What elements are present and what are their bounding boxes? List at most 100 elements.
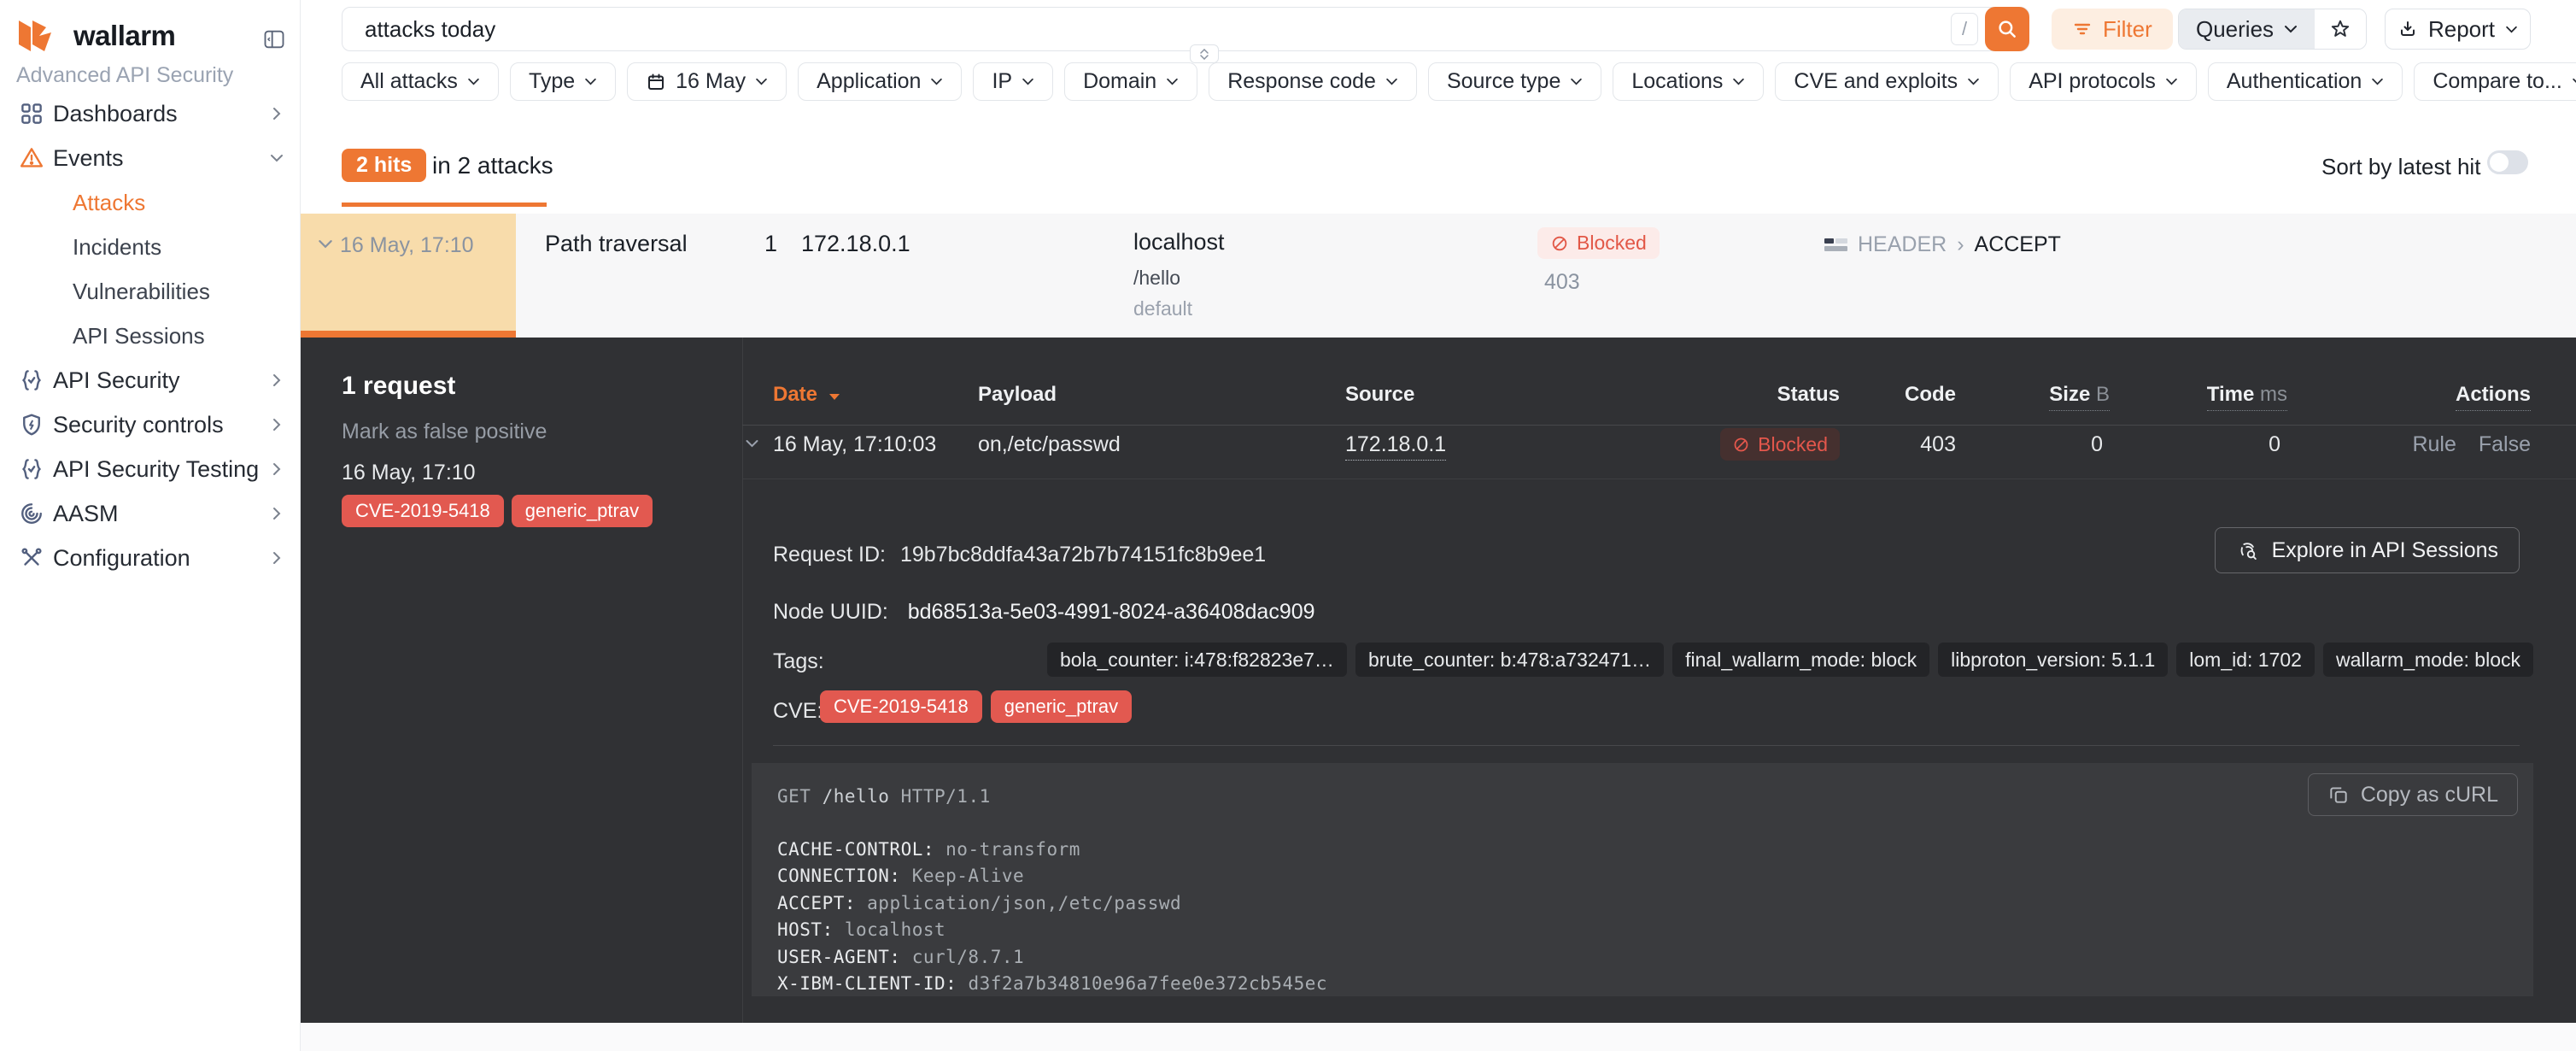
chevron-down-icon — [270, 151, 284, 165]
wallarm-logo-icon — [17, 19, 65, 53]
sidebar-item-configuration[interactable]: Configuration — [0, 536, 301, 580]
rule-action-link[interactable]: Rule — [2412, 432, 2456, 457]
attack-row[interactable]: 16 May, 17:10 Path traversal 1 172.18.0.… — [301, 214, 2576, 338]
blocked-icon — [1550, 234, 1569, 253]
filter-ip[interactable]: IP — [973, 62, 1053, 101]
collapse-handle[interactable] — [1190, 44, 1219, 63]
product-subtitle: Advanced API Security — [16, 63, 233, 88]
tag-chip[interactable]: wallarm_mode: block — [2323, 643, 2533, 677]
attack-tag-badge[interactable]: generic_ptrav — [991, 690, 1132, 723]
report-label: Report — [2428, 16, 2495, 43]
copy-icon — [2327, 784, 2350, 806]
filter-application[interactable]: Application — [798, 62, 962, 101]
dashboards-icon — [19, 101, 44, 126]
filter-all-attacks[interactable]: All attacks — [342, 62, 499, 101]
chevron-down-icon — [755, 78, 768, 85]
filter-date[interactable]: 16 May — [627, 62, 787, 101]
filter-authentication[interactable]: Authentication — [2208, 62, 2403, 101]
sidebar-item-dashboards[interactable]: Dashboards — [0, 91, 301, 136]
search-button[interactable] — [1985, 7, 2029, 51]
attack-date-cell[interactable]: 16 May, 17:10 — [301, 214, 516, 338]
sidebar-item-api-security[interactable]: API Security — [0, 358, 301, 402]
filter-domain[interactable]: Domain — [1064, 62, 1197, 101]
sidebar-item-events[interactable]: Events — [0, 136, 301, 180]
column-header-time[interactable]: Time ms — [2207, 383, 2287, 407]
column-header-source[interactable]: Source — [1345, 383, 1414, 407]
sidebar-item-label: Dashboards — [53, 101, 178, 127]
logo[interactable]: wallarm — [17, 19, 175, 53]
hits-count-badge: 2 hits — [342, 149, 426, 182]
column-header-status[interactable]: Status — [1777, 383, 1840, 407]
filter-type[interactable]: Type — [510, 62, 616, 101]
sidebar-item-vulnerabilities[interactable]: Vulnerabilities — [0, 269, 301, 314]
hit-payload: on,/etc/passwd — [978, 432, 1121, 457]
sidebar-item-security-controls[interactable]: Security controls — [0, 402, 301, 447]
sidebar-item-aasm[interactable]: AASM — [0, 491, 301, 536]
favorite-button[interactable] — [2315, 9, 2366, 49]
http-request-block: GET /hello HTTP/1.1 CACHE-CONTROL: no-tr… — [752, 763, 2533, 996]
http-header: CONNECTION: Keep-Alive — [777, 863, 2533, 890]
calendar-icon — [646, 72, 666, 92]
sidebar-collapse-icon[interactable] — [261, 27, 287, 51]
spiral-icon — [19, 501, 44, 526]
column-header-date[interactable]: Date — [773, 383, 840, 407]
hit-status-badge: Blocked — [1720, 428, 1840, 461]
filter-response-code[interactable]: Response code — [1209, 62, 1417, 101]
column-header-payload[interactable]: Payload — [978, 383, 1057, 407]
tag-chip[interactable]: brute_counter: b:478:a732471… — [1355, 643, 1664, 677]
copy-as-curl-button[interactable]: Copy as cURL — [2308, 773, 2518, 816]
chevron-down-icon — [318, 238, 333, 253]
blocked-icon — [1732, 436, 1750, 454]
filter-api-protocols[interactable]: API protocols — [2010, 62, 2197, 101]
filter-source-type[interactable]: Source type — [1428, 62, 1601, 101]
warning-triangle-icon — [19, 145, 44, 171]
cve-badge[interactable]: CVE-2019-5418 — [342, 495, 504, 527]
sidebar-item-incidents[interactable]: Incidents — [0, 225, 301, 269]
attack-date: 16 May, 17:10 — [340, 233, 474, 258]
explore-api-sessions-button[interactable]: Explore in API Sessions — [2215, 527, 2520, 573]
filter-button[interactable]: Filter — [2052, 9, 2173, 50]
filter-locations[interactable]: Locations — [1613, 62, 1764, 101]
response-code: 403 — [1544, 270, 1580, 295]
hit-size: 0 — [2091, 432, 2103, 457]
mark-false-positive-link[interactable]: Mark as false positive — [342, 420, 547, 444]
report-button[interactable]: Report — [2385, 9, 2531, 50]
tag-chip[interactable]: libproton_version: 5.1.1 — [1938, 643, 2168, 677]
shield-bolt-icon — [19, 412, 44, 437]
filter-compare-to[interactable]: Compare to... — [2414, 62, 2576, 101]
cve-label: CVE: — [773, 699, 823, 724]
sidebar-item-api-sessions[interactable]: API Sessions — [0, 314, 301, 358]
sidebar-item-label: Vulnerabilities — [73, 279, 210, 305]
cve-badge[interactable]: CVE-2019-5418 — [820, 690, 982, 723]
tools-icon — [19, 545, 44, 571]
column-header-code[interactable]: Code — [1905, 383, 1956, 407]
tag-chip[interactable]: lom_id: 1702 — [2176, 643, 2315, 677]
tag-chip[interactable]: bola_counter: i:478:f82823e7… — [1047, 643, 1347, 677]
sort-toggle[interactable] — [2487, 150, 2528, 174]
queries-button[interactable]: Queries — [2179, 9, 2315, 49]
panel-divider — [742, 338, 743, 1023]
chevron-down-icon — [1022, 78, 1034, 85]
attack-target-env: default — [1133, 297, 1192, 320]
request-line: GET /hello HTTP/1.1 — [777, 784, 2533, 811]
sidebar-item-attacks[interactable]: Attacks — [0, 180, 301, 225]
tag-chip[interactable]: final_wallarm_mode: block — [1672, 643, 1929, 677]
column-header-size[interactable]: Size B — [2049, 383, 2110, 407]
chevron-right-icon — [270, 373, 284, 387]
hit-actions: Rule False — [2412, 432, 2531, 457]
search-input[interactable] — [342, 7, 2029, 51]
hit-source[interactable]: 172.18.0.1 — [1345, 432, 1446, 457]
wallarm-app: wallarm Advanced API Security Dashboards — [0, 0, 2576, 1051]
chevron-right-icon — [270, 418, 284, 432]
queries-label: Queries — [2196, 16, 2274, 43]
filter-chips-row: All attacks Type 16 May Application IP D… — [342, 62, 2576, 101]
chevron-down-icon[interactable] — [745, 437, 759, 452]
tags-label: Tags: — [773, 649, 824, 674]
attack-tag-badge[interactable]: generic_ptrav — [512, 495, 653, 527]
attack-source-ip[interactable]: 172.18.0.1 — [801, 231, 910, 257]
chevron-down-icon — [1732, 78, 1745, 85]
column-header-actions[interactable]: Actions — [2456, 383, 2531, 407]
sidebar-item-api-security-testing[interactable]: API Security Testing — [0, 447, 301, 491]
false-action-link[interactable]: False — [2479, 432, 2531, 457]
filter-cve-exploits[interactable]: CVE and exploits — [1775, 62, 1999, 101]
